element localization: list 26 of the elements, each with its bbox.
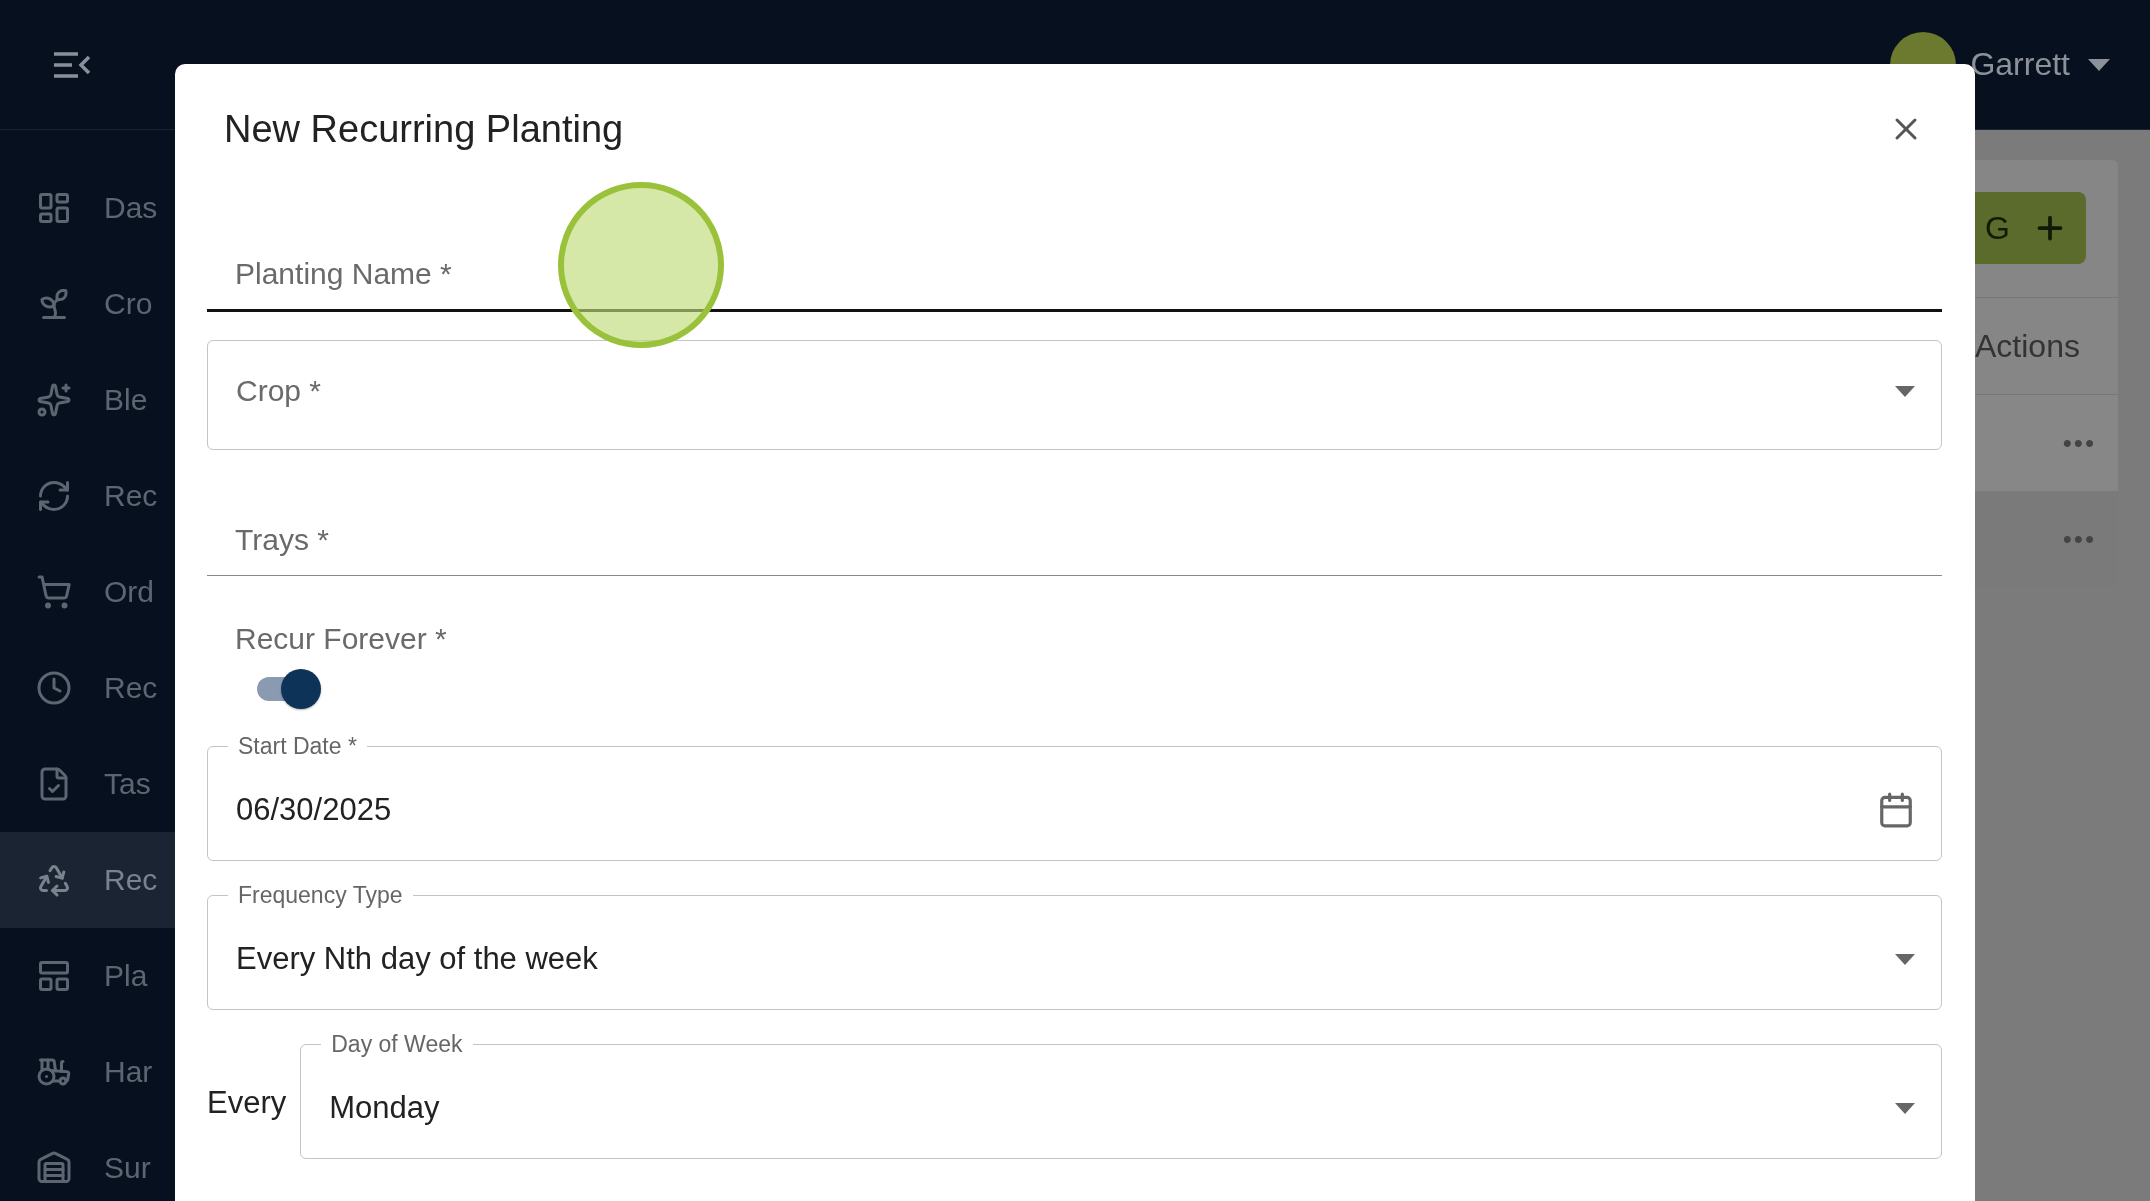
add-button[interactable]: G: [1975, 192, 2086, 264]
text-input-field[interactable]: Planting Name *: [207, 226, 1942, 312]
switch-label: Recur Forever *: [235, 622, 447, 655]
sidebar-item[interactable]: Rec: [0, 832, 175, 928]
sparkles-icon: [36, 382, 72, 418]
more-actions-button[interactable]: •••: [2062, 523, 2096, 555]
column-header: Actions: [1975, 327, 2080, 365]
recycle-icon: [36, 862, 72, 898]
dropdown-arrow-icon: [1895, 385, 1915, 397]
cart-icon: [36, 574, 72, 610]
shelf-icon: [36, 958, 72, 994]
dropdown-arrow-icon: [1895, 1102, 1915, 1114]
clock-icon: [36, 670, 72, 706]
every-label: Every: [207, 1085, 287, 1121]
more-actions-button[interactable]: •••: [2062, 427, 2096, 459]
switch-thumb[interactable]: [281, 669, 321, 709]
select-field[interactable]: Crop *: [207, 340, 1942, 450]
refresh-icon: [36, 478, 72, 514]
dashboard-icon: [36, 190, 72, 226]
caret-icon[interactable]: [2088, 58, 2110, 71]
menu-icon[interactable]: [52, 49, 92, 80]
text-input-field[interactable]: Trays *: [207, 490, 1942, 576]
dialog-title: New Recurring Planting: [224, 107, 624, 151]
dropdown-arrow-icon: [1895, 953, 1915, 965]
calendar-icon[interactable]: [1877, 791, 1915, 829]
warehouse-icon: [36, 1150, 72, 1186]
